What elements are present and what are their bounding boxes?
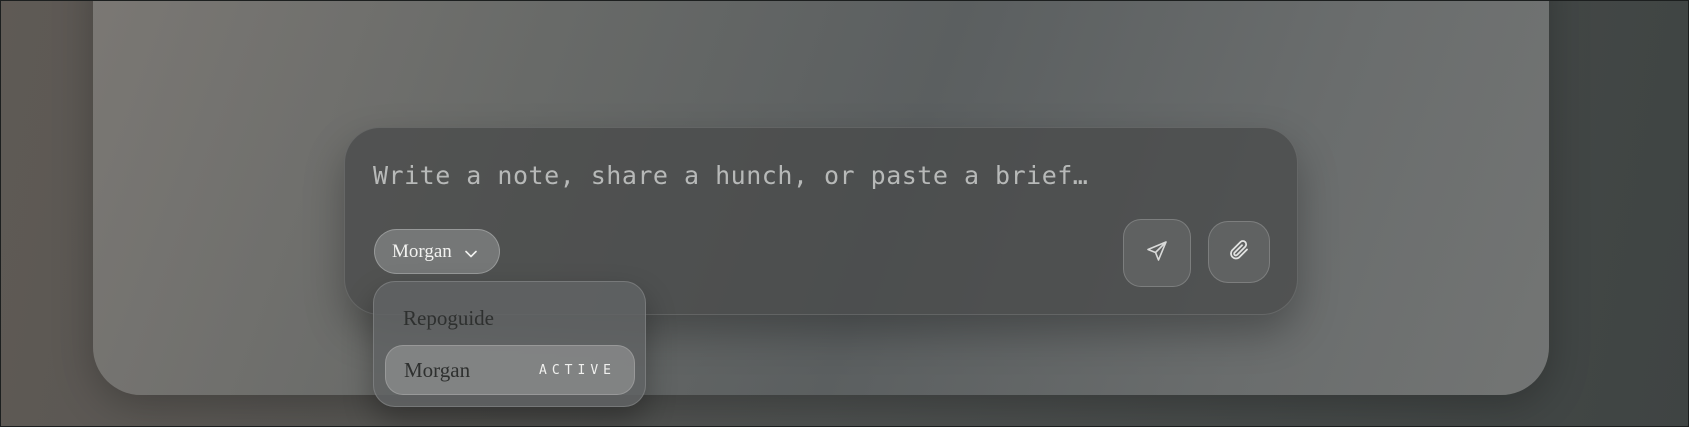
persona-option-label: Repoguide xyxy=(403,305,494,330)
chevron-down-icon xyxy=(464,245,478,259)
attach-button[interactable] xyxy=(1208,221,1270,283)
active-badge: ACTIVE xyxy=(539,362,616,378)
persona-option-morgan[interactable]: Morgan ACTIVE xyxy=(385,345,635,395)
persona-option-label: Morgan xyxy=(404,357,471,382)
send-button[interactable] xyxy=(1123,219,1191,287)
persona-dropdown-button[interactable]: Morgan xyxy=(374,229,500,274)
note-input[interactable] xyxy=(371,154,1255,196)
persona-menu: Repoguide Morgan ACTIVE xyxy=(373,281,646,407)
persona-dropdown-label: Morgan xyxy=(392,240,452,262)
persona-option-repoguide[interactable]: Repoguide xyxy=(385,293,635,343)
send-icon xyxy=(1145,239,1169,268)
paperclip-icon xyxy=(1227,238,1251,267)
